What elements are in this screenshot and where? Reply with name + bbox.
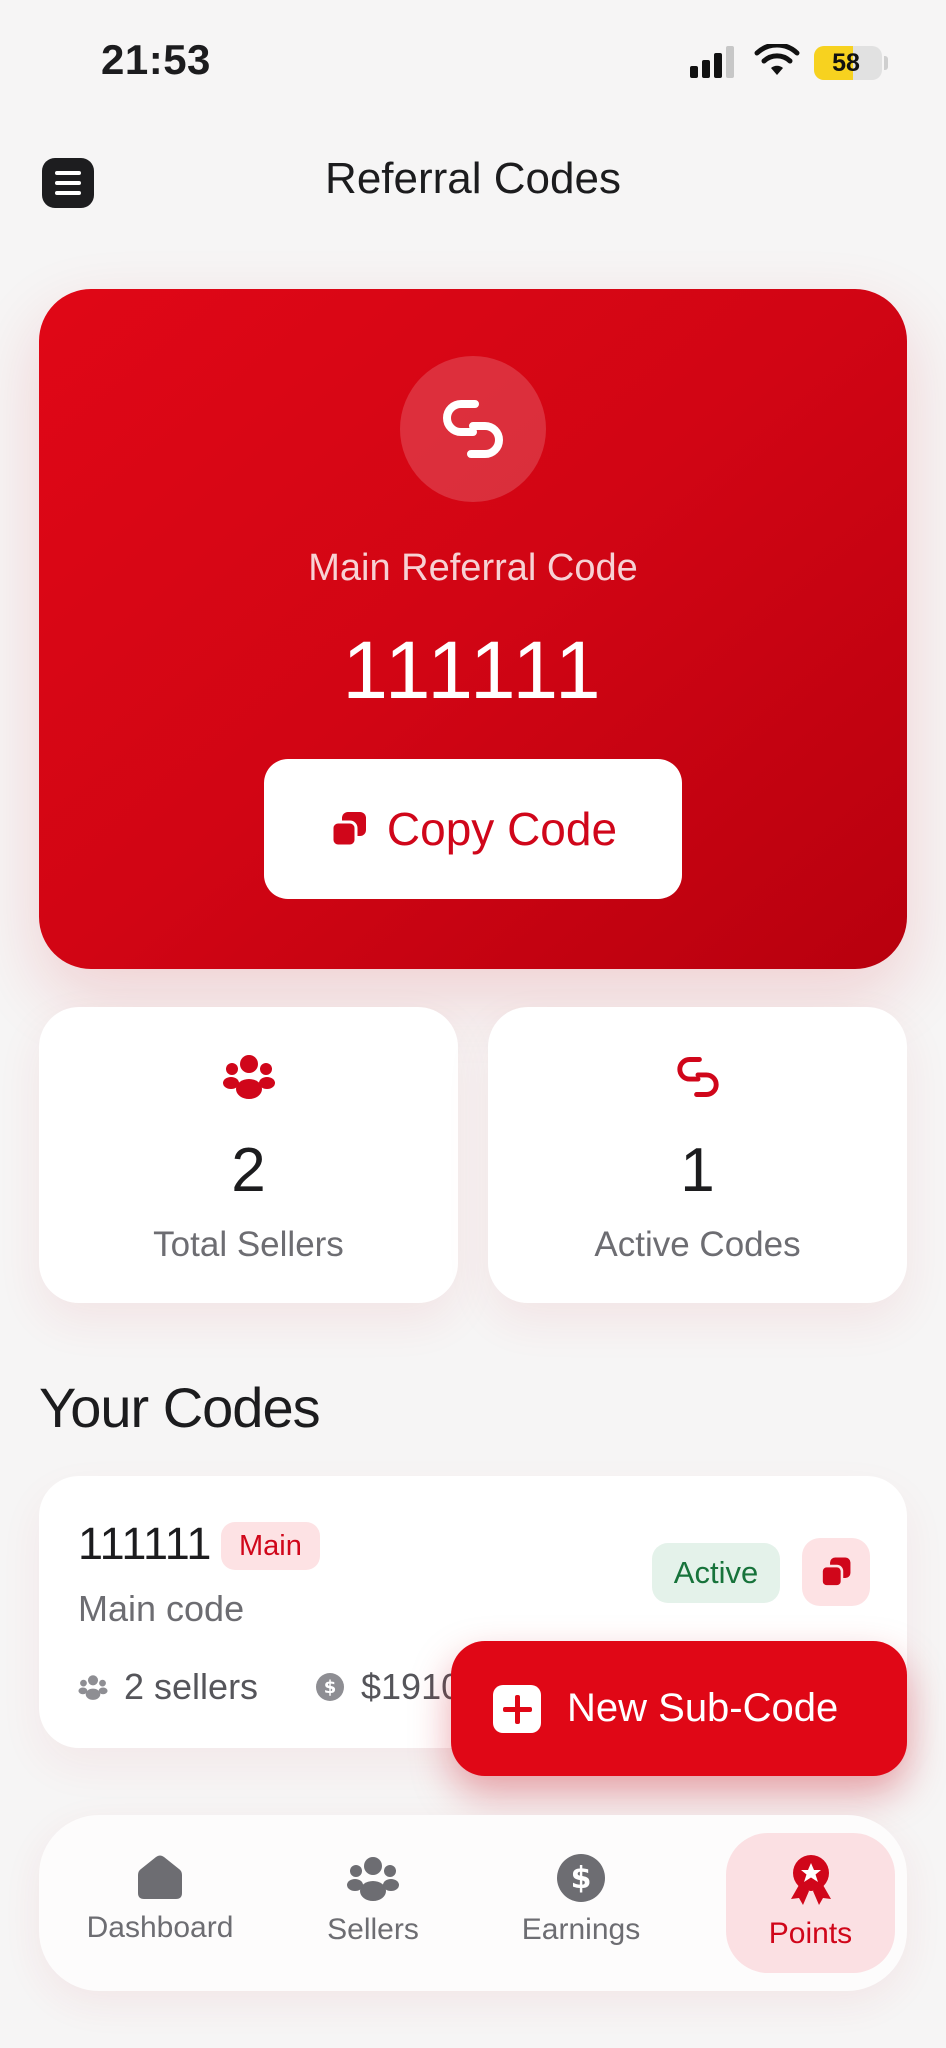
main-code-label: Main Referral Code <box>308 547 638 589</box>
new-sub-code-button[interactable]: New Sub-Code <box>451 1641 907 1776</box>
earnings-text: $1910 <box>361 1666 462 1707</box>
copy-icon <box>330 812 366 848</box>
tab-points[interactable]: Points <box>726 1833 895 1973</box>
award-icon <box>790 1855 831 1905</box>
page-title: Referral Codes <box>325 154 621 203</box>
cellular-signal-icon <box>690 46 734 78</box>
referral-codes-screen: 21:53 58 Referral Codes Main Referral Co… <box>0 0 946 2048</box>
tab-dashboard[interactable]: Dashboard <box>65 1833 255 1973</box>
dollar-coin-icon: $ <box>316 1673 344 1701</box>
link-icon <box>676 1057 719 1097</box>
active-codes-value: 1 <box>680 1136 715 1205</box>
tab-label: Dashboard <box>86 1911 234 1944</box>
active-codes-card: 1 Active Codes <box>488 1007 907 1303</box>
code-description: Main code <box>78 1588 245 1629</box>
battery-indicator: 58 <box>814 46 882 80</box>
sellers-text: 2 sellers <box>124 1666 259 1707</box>
status-badge: Active <box>652 1543 780 1603</box>
tab-earnings[interactable]: $ Earnings <box>491 1833 671 1973</box>
main-referral-card: Main Referral Code 111111 Copy Code <box>39 289 907 969</box>
tab-sellers[interactable]: Sellers <box>283 1833 463 1973</box>
svg-text:$: $ <box>324 1677 337 1698</box>
copy-code-button[interactable]: Copy Code <box>264 759 682 899</box>
copy-code-small-button[interactable] <box>802 1538 870 1606</box>
battery-percent: 58 <box>832 49 860 77</box>
total-sellers-label: Total Sellers <box>153 1225 344 1264</box>
total-sellers-card: 2 Total Sellers <box>39 1007 458 1303</box>
users-icon <box>222 1055 275 1099</box>
home-icon <box>138 1855 182 1899</box>
hero-icon-circle <box>400 356 546 502</box>
wifi-icon <box>754 44 800 75</box>
status-time: 21:53 <box>101 36 211 83</box>
copy-code-label: Copy Code <box>386 803 618 855</box>
your-codes-heading: Your Codes <box>39 1376 321 1439</box>
copy-icon <box>820 1557 851 1588</box>
main-code-value: 111111 <box>342 625 604 716</box>
tab-label: Earnings <box>521 1913 641 1946</box>
new-sub-code-label: New Sub-Code <box>567 1686 839 1730</box>
total-sellers-value: 2 <box>231 1136 266 1205</box>
tab-label: Points <box>768 1917 853 1950</box>
link-icon <box>443 400 503 458</box>
code-earnings: $ $1910 <box>315 1666 461 1708</box>
code-value: 111111 <box>78 1518 212 1569</box>
code-sellers-count: 2 sellers <box>78 1666 258 1708</box>
dollar-icon: $ <box>557 1854 605 1902</box>
bottom-tab-bar: Dashboard Sellers $ Earnings Points <box>39 1815 907 1991</box>
users-icon <box>347 1857 399 1901</box>
main-badge: Main <box>221 1522 320 1570</box>
plus-icon <box>493 1684 541 1733</box>
battery-tip <box>884 56 888 70</box>
users-icon <box>78 1675 108 1700</box>
active-codes-label: Active Codes <box>594 1225 801 1264</box>
tab-label: Sellers <box>327 1913 419 1946</box>
svg-text:$: $ <box>571 1861 592 1896</box>
